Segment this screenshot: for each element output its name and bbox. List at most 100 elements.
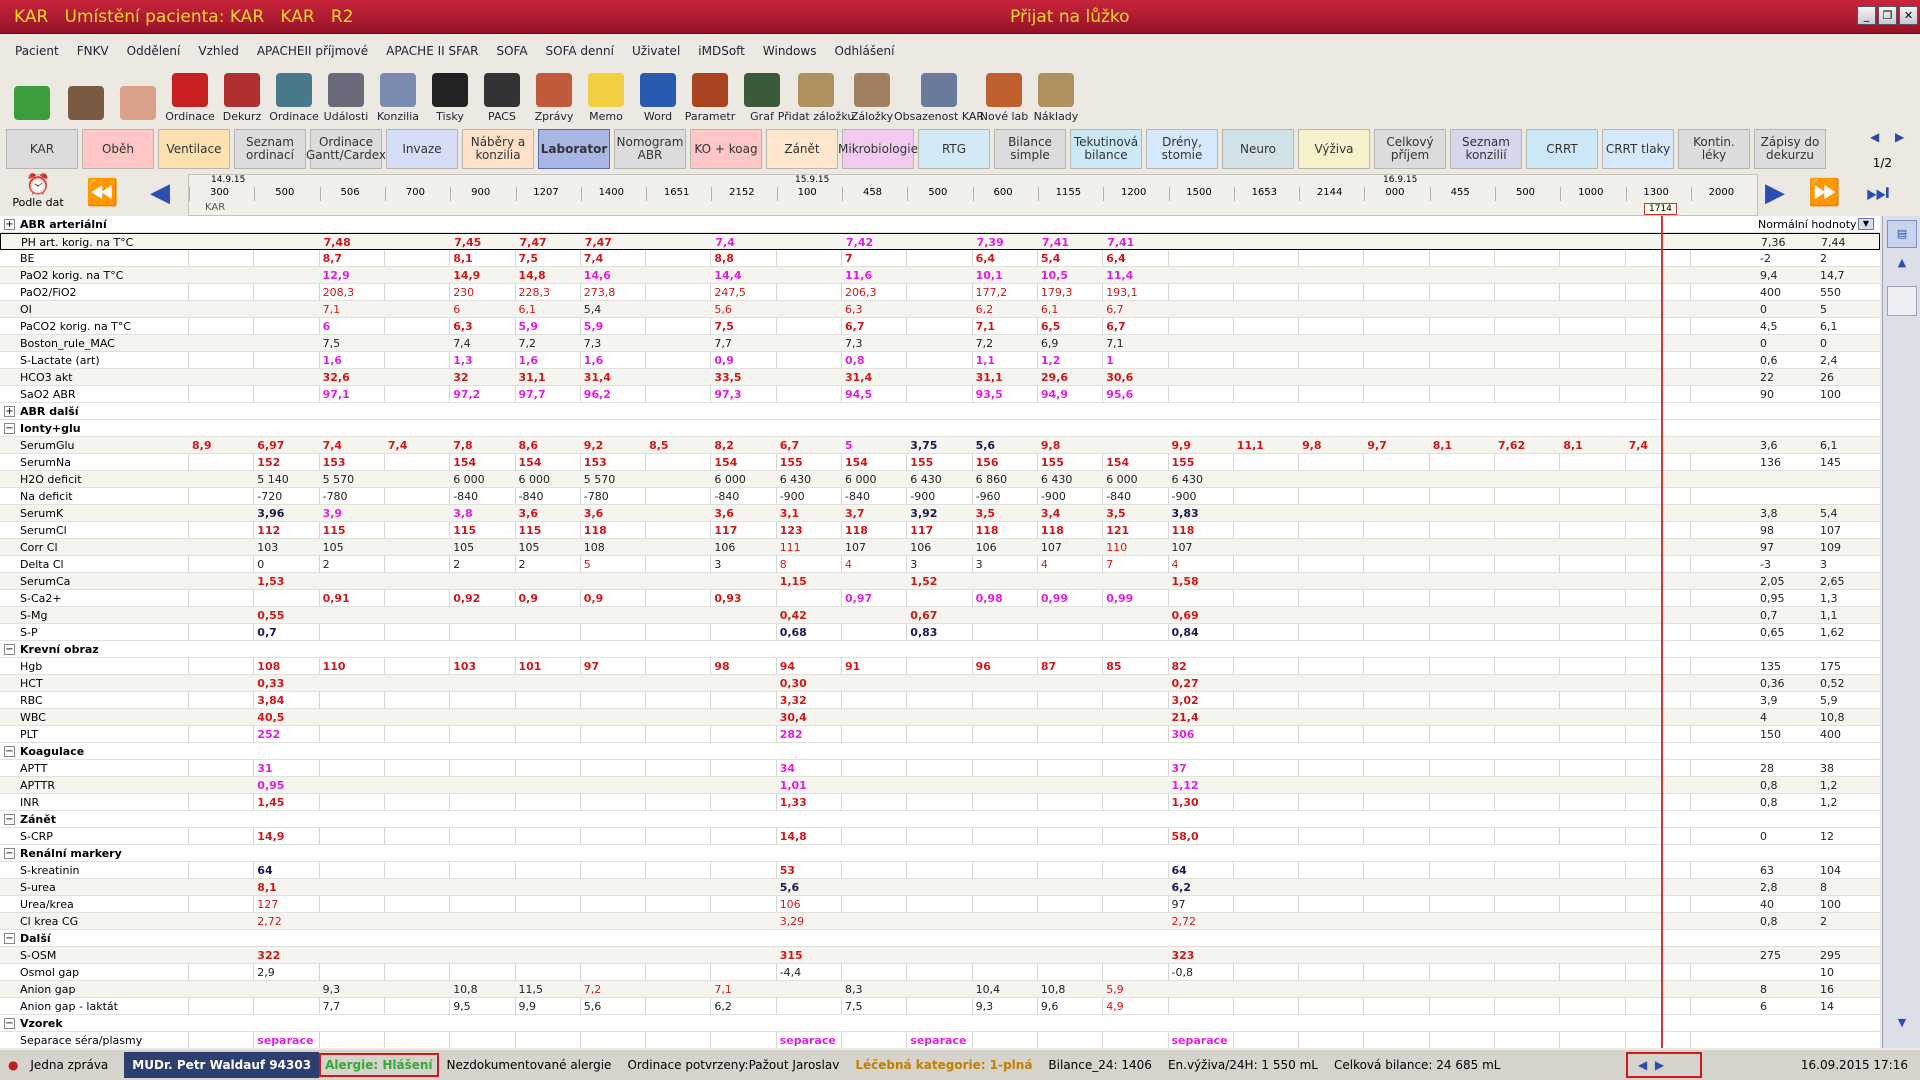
lab-value[interactable]: 106 <box>910 541 931 554</box>
lab-value[interactable]: -900 <box>910 490 935 503</box>
lab-value[interactable]: 7,47 <box>585 236 612 249</box>
lab-value[interactable]: 0,99 <box>1041 592 1068 605</box>
lab-value[interactable]: 106 <box>780 898 801 911</box>
lab-value[interactable]: 8,1 <box>1433 439 1453 452</box>
lab-value[interactable]: 153 <box>323 456 346 469</box>
lab-value[interactable]: 177,2 <box>976 286 1008 299</box>
lab-value[interactable]: 0,30 <box>780 677 807 690</box>
lab-value[interactable]: 95,6 <box>1106 388 1133 401</box>
lab-value[interactable]: 7,3 <box>845 337 863 350</box>
table-row[interactable]: Na deficit -720 -780 -840 -840 -780 -840 -900 -8… <box>0 488 1880 505</box>
lab-value[interactable]: 1,58 <box>1172 575 1199 588</box>
lab-value[interactable]: 6,1 <box>519 303 537 316</box>
lab-value[interactable]: 64 <box>257 864 272 877</box>
lab-value[interactable]: 6,3 <box>845 303 863 316</box>
menu-item[interactable]: iMDSoft <box>689 44 754 58</box>
lab-value[interactable]: 3,5 <box>976 507 996 520</box>
lab-value[interactable]: 2 <box>323 558 330 571</box>
lab-value[interactable]: 118 <box>845 524 868 537</box>
table-row[interactable]: Cl krea CG 2,72 3,29 2,72 0,8 2 <box>0 913 1880 930</box>
tab-12[interactable]: RTG <box>918 129 990 169</box>
lab-value[interactable]: 154 <box>845 456 868 469</box>
lab-value[interactable]: 91 <box>845 660 860 673</box>
lab-value[interactable]: 154 <box>519 456 542 469</box>
lab-value[interactable]: 14,6 <box>584 269 611 282</box>
lab-value[interactable]: 0 <box>257 558 264 571</box>
lab-value[interactable]: 31 <box>257 762 272 775</box>
lab-value[interactable]: 5 140 <box>257 473 289 486</box>
scroll-prev-icon[interactable]: ◀ <box>150 178 170 208</box>
tab-prev-icon[interactable]: ◀ <box>1870 130 1879 144</box>
lab-value[interactable]: 6 430 <box>1172 473 1204 486</box>
lab-value[interactable]: separace <box>780 1034 836 1047</box>
lab-value[interactable]: 208,3 <box>323 286 355 299</box>
lab-value[interactable]: 7 <box>1106 558 1113 571</box>
lab-value[interactable]: 0,97 <box>845 592 872 605</box>
lab-value[interactable]: 273,8 <box>584 286 616 299</box>
lab-value[interactable]: 155 <box>910 456 933 469</box>
lab-value[interactable]: 7,7 <box>323 1000 341 1013</box>
table-row[interactable]: Boston_rule_MAC 7,5 7,4 7,2 7,3 7,7 7,3 7,2 6,9 7… <box>0 335 1880 352</box>
lab-value[interactable]: 97,2 <box>453 388 480 401</box>
lab-value[interactable]: 156 <box>976 456 999 469</box>
lab-value[interactable]: 8,7 <box>323 252 343 265</box>
tab-23[interactable]: Zápisy do dekurzu <box>1754 129 1826 169</box>
scroll-down-icon[interactable]: ▼ <box>1887 1016 1917 1042</box>
lab-value[interactable]: 3,83 <box>1172 507 1199 520</box>
lab-value[interactable]: 94,5 <box>845 388 872 401</box>
lab-value[interactable]: 5,4 <box>1041 252 1061 265</box>
lab-value[interactable]: 6,4 <box>976 252 996 265</box>
lab-value[interactable]: 107 <box>1172 541 1193 554</box>
lab-value[interactable]: 0,42 <box>780 609 807 622</box>
toolbar-button[interactable]: Nové lab <box>978 66 1030 126</box>
lab-value[interactable]: 6,4 <box>1106 252 1126 265</box>
lab-value[interactable]: 230 <box>453 286 474 299</box>
allergy-alert[interactable]: Alergie: Hlášení <box>319 1053 439 1077</box>
table-row[interactable]: S-OSM 322 315 323 275 295 <box>0 947 1880 964</box>
lab-value[interactable]: 7,5 <box>714 320 734 333</box>
lab-value[interactable]: 3,75 <box>910 439 937 452</box>
toolbar-button[interactable]: Parametr <box>684 66 736 126</box>
lab-value[interactable]: 7,2 <box>584 983 602 996</box>
lab-value[interactable]: 97 <box>584 660 599 673</box>
table-row[interactable]: Urea/krea 127 106 97 40 100 <box>0 896 1880 913</box>
lab-value[interactable]: 6 860 <box>976 473 1008 486</box>
toolbar-button[interactable]: Obsazenost KAR <box>894 66 984 126</box>
lab-value[interactable]: 93,5 <box>976 388 1003 401</box>
lab-value[interactable]: 8,1 <box>453 252 473 265</box>
lab-value[interactable]: 152 <box>257 456 280 469</box>
lab-value[interactable]: 5 570 <box>323 473 355 486</box>
lab-value[interactable]: 8,1 <box>1563 439 1583 452</box>
lab-value[interactable]: 123 <box>780 524 803 537</box>
lab-value[interactable]: 0,9 <box>714 354 734 367</box>
table-row[interactable]: Anion gap 9,3 10,8 11,5 7,2 7,1 8,3 10,4 10,8 5,9… <box>0 981 1880 998</box>
lab-value[interactable]: 10,8 <box>1041 983 1066 996</box>
tab-10[interactable]: Zánět <box>766 129 838 169</box>
lab-value[interactable]: 8,3 <box>845 983 863 996</box>
table-row[interactable]: S-kreatinin 64 53 64 63 104 <box>0 862 1880 879</box>
lab-value[interactable]: 97,7 <box>519 388 546 401</box>
lab-value[interactable]: 7 <box>845 252 853 265</box>
podle-dat-button[interactable]: ⏰ Podle dat <box>6 172 70 216</box>
lab-value[interactable]: 282 <box>780 728 803 741</box>
lab-value[interactable]: 3 <box>976 558 983 571</box>
tab-11[interactable]: Mikrobiologie <box>838 129 918 169</box>
lab-value[interactable]: 3,5 <box>1106 507 1126 520</box>
lab-value[interactable]: 117 <box>714 524 737 537</box>
lab-value[interactable]: 1,6 <box>519 354 539 367</box>
table-row[interactable]: S-Lactate (art) 1,6 1,3 1,6 1,6 0,9 0,8 1,1 1,2 1… <box>0 352 1880 369</box>
lab-value[interactable]: 110 <box>323 660 346 673</box>
lab-value[interactable]: 7,2 <box>976 337 994 350</box>
lab-value[interactable]: 121 <box>1106 524 1129 537</box>
lab-value[interactable]: 3,6 <box>714 507 734 520</box>
scroll-up-icon[interactable]: ▲ <box>1887 256 1917 282</box>
lab-value[interactable]: -840 <box>714 490 739 503</box>
lab-value[interactable]: 6,2 <box>976 303 994 316</box>
lab-value[interactable]: 8,6 <box>519 439 539 452</box>
tab-0[interactable]: KAR <box>6 129 78 169</box>
close-icon[interactable]: ✕ <box>1899 6 1918 25</box>
menu-item[interactable]: SOFA <box>487 44 536 58</box>
lab-value[interactable]: 1,15 <box>780 575 807 588</box>
lab-value[interactable]: 7,1 <box>1106 337 1124 350</box>
lab-value[interactable]: 7,7 <box>714 337 732 350</box>
